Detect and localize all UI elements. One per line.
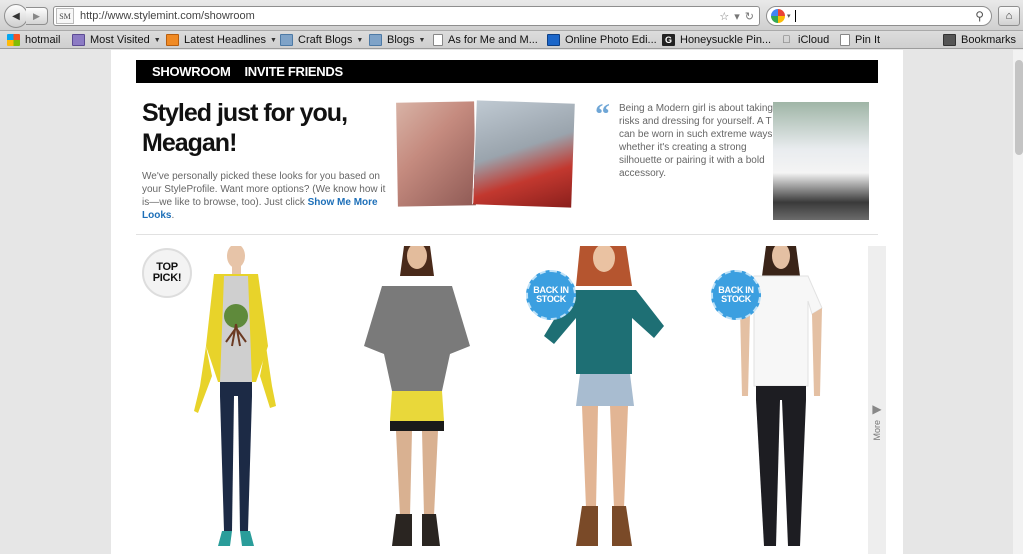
bookmark-most-visited[interactable]: Most Visited ▼	[72, 32, 161, 48]
intro-text: We've personally picked these looks for …	[142, 171, 386, 221]
style-photo-red-sweater	[473, 100, 575, 208]
text-caret	[794, 10, 796, 22]
page-icon	[433, 34, 443, 46]
style-photo-blonde	[396, 101, 476, 207]
apple-icon: 	[780, 34, 793, 46]
back-in-stock-badge: BACK IN STOCK	[711, 270, 761, 320]
search-bar[interactable]: ▾ ⚲	[766, 6, 992, 26]
page-title: Styled just for you, Meagan!	[142, 99, 348, 157]
url-bar[interactable]: SM http://www.stylemint.com/showroom ☆ ▾…	[53, 6, 760, 26]
rss-icon	[166, 34, 179, 46]
dropdown-arrow-icon[interactable]: ▾	[734, 10, 740, 23]
forward-arrow-icon: ▶	[33, 10, 40, 21]
site-favicon: SM	[56, 8, 74, 24]
chevron-down-icon: ▼	[153, 36, 161, 44]
nav-invite-friends[interactable]: INVITE FRIENDS	[244, 64, 343, 79]
page-content: SHOWROOM INVITE FRIENDS Styled just for …	[111, 50, 903, 554]
site-nav-bar: SHOWROOM INVITE FRIENDS	[136, 60, 878, 83]
search-icon[interactable]: ⚲	[975, 9, 984, 23]
top-pick-badge: TOP PICK!	[142, 248, 192, 298]
more-looks-button[interactable]: ▶ More	[868, 246, 886, 554]
chevron-down-icon: ▼	[356, 36, 364, 44]
search-engine-dropdown-icon[interactable]: ▾	[787, 12, 791, 20]
google-icon[interactable]	[771, 9, 785, 23]
back-button[interactable]: ◀	[4, 4, 28, 28]
browser-toolbar: ◀ ▶ SM http://www.stylemint.com/showroom…	[0, 0, 1023, 31]
divider	[136, 234, 878, 235]
chevron-down-icon: ▼	[269, 36, 277, 44]
photo-editor-icon	[547, 34, 560, 46]
bookmarks-menu-icon	[943, 34, 956, 46]
product-image-knit-top	[363, 246, 470, 546]
home-icon: ⌂	[1005, 10, 1013, 22]
reload-icon[interactable]: ↻	[745, 10, 754, 23]
bookmark-blogs[interactable]: Blogs ▼	[369, 32, 425, 48]
more-label: More	[872, 420, 882, 441]
back-in-stock-badge: BACK IN STOCK	[526, 270, 576, 320]
product-look-3[interactable]: BACK IN STOCK	[509, 246, 694, 554]
style-quote: Being a Modern girl is about taking risk…	[619, 103, 773, 179]
most-visited-icon	[72, 34, 85, 46]
folder-icon	[280, 34, 293, 46]
bookmarks-menu[interactable]: Bookmarks	[943, 32, 1016, 48]
page-icon	[840, 34, 850, 46]
product-image-yellow-blazer	[193, 246, 276, 546]
nav-showroom[interactable]: SHOWROOM	[152, 64, 231, 79]
chevron-down-icon: ▼	[418, 36, 426, 44]
quote-icon: “	[595, 98, 610, 131]
bookmark-hotmail[interactable]: hotmail	[7, 32, 60, 48]
bookmark-online-photo-editor[interactable]: Online Photo Edi...	[547, 32, 657, 48]
bookmark-as-for-me[interactable]: As for Me and M...	[433, 32, 538, 48]
product-look-1[interactable]: TOP PICK!	[139, 246, 324, 554]
bookmark-pin-it[interactable]: Pin It	[840, 32, 880, 48]
nav-buttons: ◀ ▶	[4, 4, 48, 28]
home-button[interactable]: ⌂	[998, 6, 1020, 26]
bookmark-craft-blogs[interactable]: Craft Blogs ▼	[280, 32, 363, 48]
product-look-2[interactable]	[324, 246, 509, 554]
folder-icon	[369, 34, 382, 46]
url-text[interactable]: http://www.stylemint.com/showroom	[80, 10, 719, 22]
chevron-right-icon: ▶	[872, 402, 882, 416]
bookmarks-bar: hotmail Most Visited ▼ Latest Headlines ▼ …	[0, 31, 1023, 49]
bookmark-latest-headlines[interactable]: Latest Headlines ▼	[166, 32, 277, 48]
windows-icon	[7, 34, 20, 46]
bookmark-icloud[interactable]:  iCloud	[780, 32, 829, 48]
back-arrow-icon: ◀	[12, 10, 20, 22]
star-icon[interactable]: ☆	[719, 10, 729, 23]
scrollbar-thumb[interactable]	[1015, 60, 1023, 155]
bookmark-honeysuckle[interactable]: G Honeysuckle Pin...	[662, 32, 771, 48]
g-icon: G	[662, 34, 675, 46]
forward-button[interactable]: ▶	[26, 7, 48, 25]
style-photo-street	[773, 102, 869, 220]
product-look-4[interactable]: BACK IN STOCK	[694, 246, 868, 554]
